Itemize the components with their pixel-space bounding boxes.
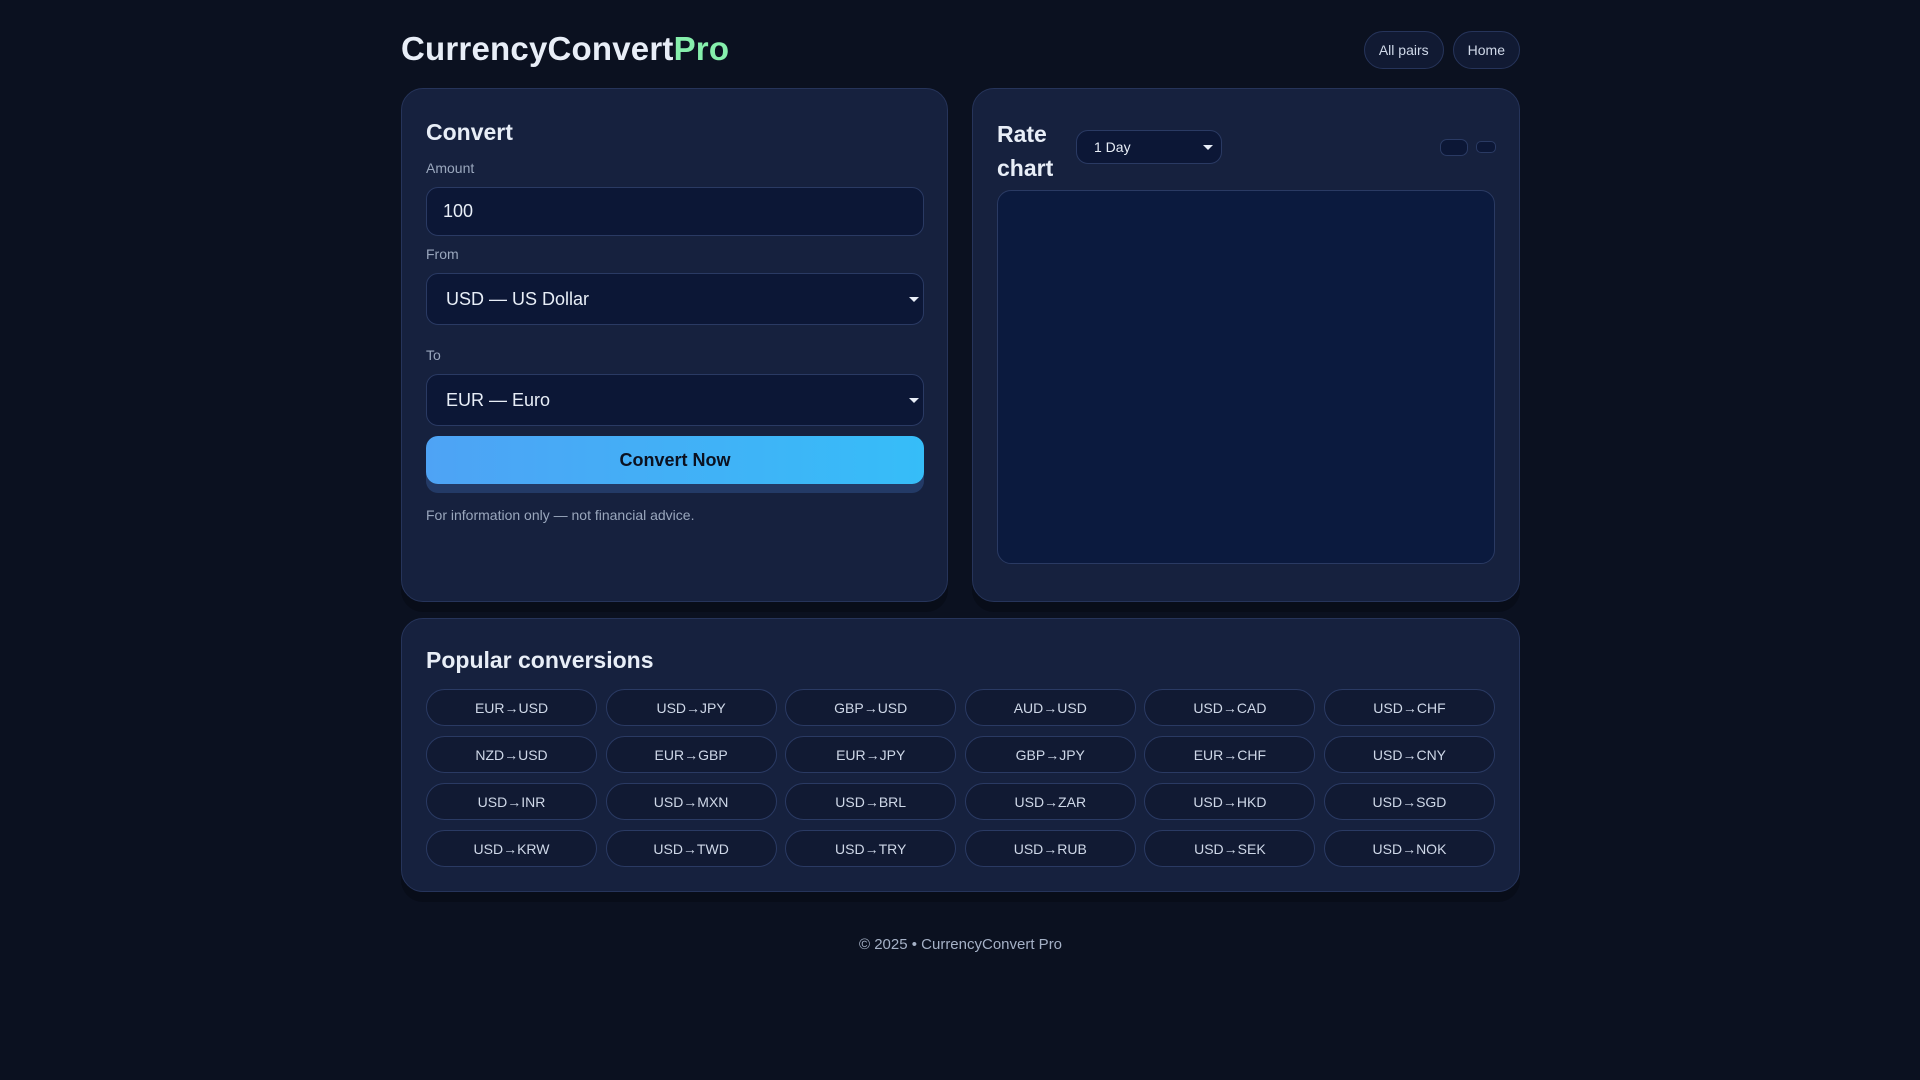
- amount-input[interactable]: 100: [426, 187, 924, 236]
- to-currency-select[interactable]: EUR — Euro: [426, 374, 924, 426]
- popular-conversions-panel: Popular conversions EUR→USD USD→JPY GBP→…: [401, 618, 1520, 892]
- page-container: CurrencyConvertPro All pairs Home Conver…: [401, 0, 1520, 953]
- convert-panel: Convert Amount 100 From USD — US Dollar …: [401, 88, 948, 602]
- pair-button[interactable]: EUR→CHF: [1144, 736, 1316, 773]
- pair-button[interactable]: AUD→USD: [964, 689, 1136, 726]
- rate-chart-title: Rate chart: [997, 121, 1054, 181]
- brand-logo[interactable]: CurrencyConvertPro: [401, 30, 729, 68]
- chart-range-value: 1 Day: [1094, 139, 1131, 155]
- site-header: CurrencyConvertPro All pairs Home: [401, 0, 1520, 88]
- pair-button[interactable]: NZD→USD: [426, 736, 597, 773]
- rate-chart-panel: Rate chart 1 Day: [972, 88, 1520, 602]
- pair-button[interactable]: USD→TRY: [785, 830, 957, 867]
- pair-button[interactable]: USD→KRW: [426, 830, 597, 867]
- home-link[interactable]: Home: [1452, 31, 1520, 69]
- chart-option-button[interactable]: [1476, 141, 1496, 153]
- from-currency-select[interactable]: USD — US Dollar: [426, 273, 924, 325]
- from-label: From: [426, 246, 459, 262]
- site-footer: © 2025 • CurrencyConvert Pro: [858, 936, 1063, 953]
- top-nav: All pairs Home: [1363, 31, 1520, 69]
- pair-button[interactable]: EUR→GBP: [605, 736, 777, 773]
- from-currency-value: USD — US Dollar: [446, 288, 590, 309]
- disclaimer-note: For information only — not financial adv…: [426, 507, 695, 523]
- pair-button[interactable]: USD→MXN: [605, 783, 777, 820]
- popular-pairs-grid: EUR→USD USD→JPY GBP→USD AUD→USD USD→CAD …: [426, 689, 1495, 867]
- chevron-down-icon: [909, 398, 919, 403]
- pair-button[interactable]: USD→CAD: [1144, 689, 1316, 726]
- convert-now-button[interactable]: Convert Now: [426, 436, 924, 484]
- rate-chart-canvas: [997, 190, 1495, 564]
- chart-toggle-button[interactable]: [1440, 139, 1468, 156]
- to-label: To: [426, 347, 441, 363]
- pair-button[interactable]: GBP→USD: [785, 689, 957, 726]
- pair-button[interactable]: EUR→USD: [426, 689, 597, 726]
- brand-name: CurrencyConvert: [401, 30, 674, 67]
- pair-button[interactable]: USD→TWD: [605, 830, 777, 867]
- pair-button[interactable]: USD→CHF: [1323, 689, 1495, 726]
- pair-button[interactable]: USD→RUB: [964, 830, 1136, 867]
- pair-button[interactable]: USD→JPY: [605, 689, 777, 726]
- chart-range-select[interactable]: 1 Day: [1076, 130, 1222, 164]
- pair-button[interactable]: USD→ZAR: [964, 783, 1136, 820]
- chevron-down-icon: [909, 297, 919, 302]
- pair-button[interactable]: USD→NOK: [1323, 830, 1495, 867]
- pair-button[interactable]: EUR→JPY: [785, 736, 957, 773]
- brand-suffix: Pro: [673, 30, 730, 67]
- all-pairs-link[interactable]: All pairs: [1363, 31, 1444, 69]
- pair-button[interactable]: USD→HKD: [1144, 783, 1316, 820]
- pair-button[interactable]: USD→SEK: [1144, 830, 1316, 867]
- pair-button[interactable]: GBP→JPY: [964, 736, 1136, 773]
- amount-label: Amount: [426, 160, 475, 176]
- chevron-down-icon: [1203, 145, 1213, 150]
- pair-button[interactable]: USD→BRL: [785, 783, 957, 820]
- pair-button[interactable]: USD→INR: [426, 783, 597, 820]
- convert-title: Convert: [426, 119, 513, 145]
- pair-button[interactable]: USD→SGD: [1323, 783, 1495, 820]
- pair-button[interactable]: USD→CNY: [1323, 736, 1495, 773]
- to-currency-value: EUR — Euro: [446, 389, 551, 410]
- popular-conversions-title: Popular conversions: [426, 647, 654, 673]
